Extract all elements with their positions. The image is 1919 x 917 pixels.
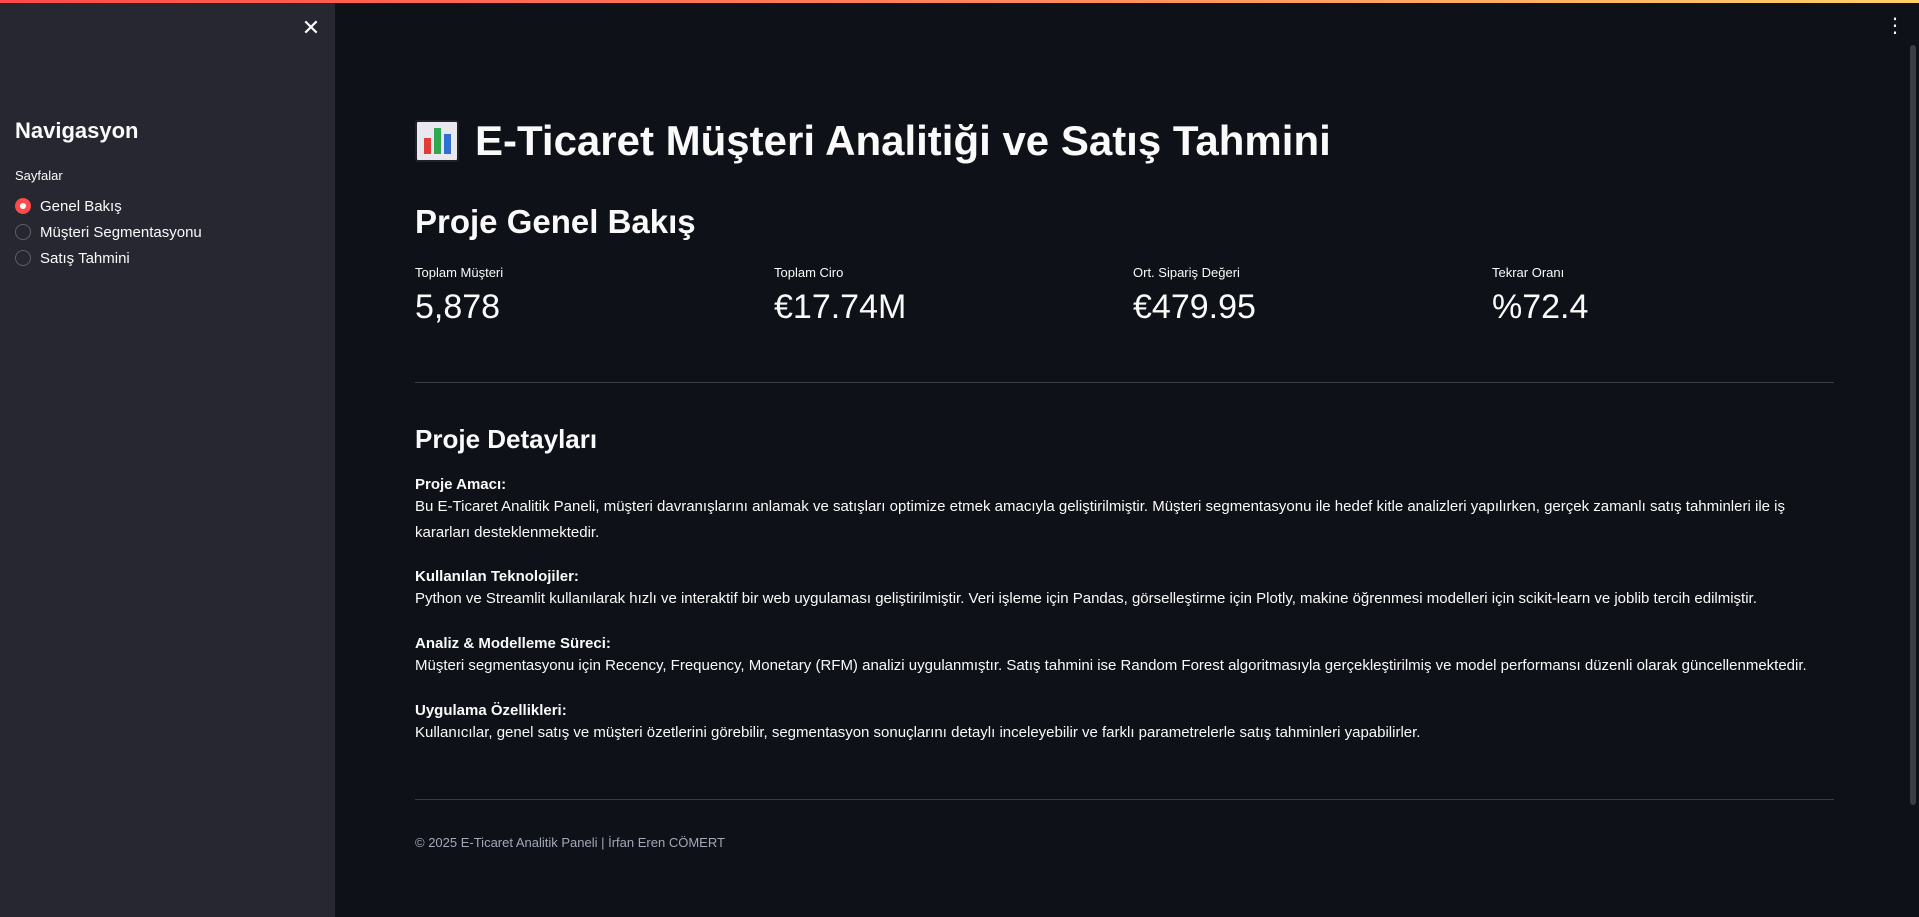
detail-app-features: Uygulama Özellikleri: Kullanıcılar, gene… [415, 702, 1834, 746]
bar-chart-emoji-icon [415, 120, 459, 162]
detail-analysis-process: Analiz & Modelleme Süreci: Müşteri segme… [415, 635, 1834, 679]
footer-text: © 2025 E-Ticaret Analitik Paneli | İrfan… [415, 835, 725, 850]
page-title: E-Ticaret Müşteri Analitiği ve Satış Tah… [415, 117, 1331, 165]
metric-avg-order-value: Ort. Sipariş Değeri €479.95 [1133, 265, 1256, 327]
detail-text: Python ve Streamlit kullanılarak hızlı v… [415, 590, 1757, 607]
divider [415, 799, 1834, 800]
radio-option-musteri-segmentasyonu[interactable]: Müşteri Segmentasyonu [15, 219, 202, 245]
detail-project-purpose: Proje Amacı: Bu E-Ticaret Analitik Panel… [415, 476, 1834, 546]
metric-value: 5,878 [415, 288, 501, 326]
top-decoration-bar [0, 0, 1919, 3]
radio-unselected-icon[interactable] [15, 250, 31, 266]
page-title-text: E-Ticaret Müşteri Analitiği ve Satış Tah… [475, 117, 1331, 164]
radio-unselected-icon[interactable] [15, 224, 31, 240]
metric-repeat-rate: Tekrar Oranı %72.4 [1492, 265, 1588, 327]
section-title: Proje Genel Bakış [415, 203, 696, 240]
metric-label: Toplam Ciro [774, 265, 844, 280]
radio-option-label: Müşteri Segmentasyonu [40, 223, 202, 241]
radio-selected-icon[interactable] [15, 198, 31, 214]
radio-option-label: Genel Bakış [40, 197, 122, 215]
close-icon[interactable]: ✕ [298, 15, 324, 41]
kebab-menu-icon[interactable]: ⋮ [1883, 12, 1907, 38]
detail-technologies: Kullanılan Teknolojiler: Python ve Strea… [415, 568, 1834, 612]
radio-option-satis-tahmini[interactable]: Satış Tahmini [15, 245, 202, 271]
detail-heading: Analiz & Modelleme Süreci: [415, 635, 611, 652]
detail-text: Bu E-Ticaret Analitik Paneli, müşteri da… [415, 498, 1785, 541]
metric-value: €479.95 [1133, 288, 1256, 326]
detail-heading: Kullanılan Teknolojiler: [415, 568, 579, 585]
metric-label: Ort. Sipariş Değeri [1133, 265, 1240, 280]
sidebar-title: Navigasyon [15, 118, 139, 143]
metric-label: Tekrar Oranı [1492, 265, 1565, 280]
metric-label: Toplam Müşteri [415, 265, 504, 280]
metric-value: €17.74M [774, 288, 907, 326]
scrollbar[interactable] [1910, 45, 1916, 805]
radio-option-label: Satış Tahmini [40, 249, 130, 267]
radio-group-label: Sayfalar [15, 168, 63, 183]
metric-total-customers: Toplam Müşteri 5,878 [415, 265, 503, 327]
page-radio-group: Genel Bakış Müşteri Segmentasyonu Satış … [15, 193, 202, 271]
detail-text: Müşteri segmentasyonu için Recency, Freq… [415, 657, 1807, 674]
detail-text: Kullanıcılar, genel satış ve müşteri öze… [415, 724, 1421, 741]
divider [415, 382, 1834, 383]
metric-value: %72.4 [1492, 288, 1589, 326]
details-title: Proje Detayları [415, 424, 598, 454]
detail-heading: Uygulama Özellikleri: [415, 702, 567, 719]
detail-heading: Proje Amacı: [415, 476, 507, 493]
radio-option-genel-bakis[interactable]: Genel Bakış [15, 193, 202, 219]
sidebar: ✕ Navigasyon Sayfalar Genel Bakış Müşter… [0, 0, 335, 917]
metric-total-revenue: Toplam Ciro €17.74M [774, 265, 906, 327]
